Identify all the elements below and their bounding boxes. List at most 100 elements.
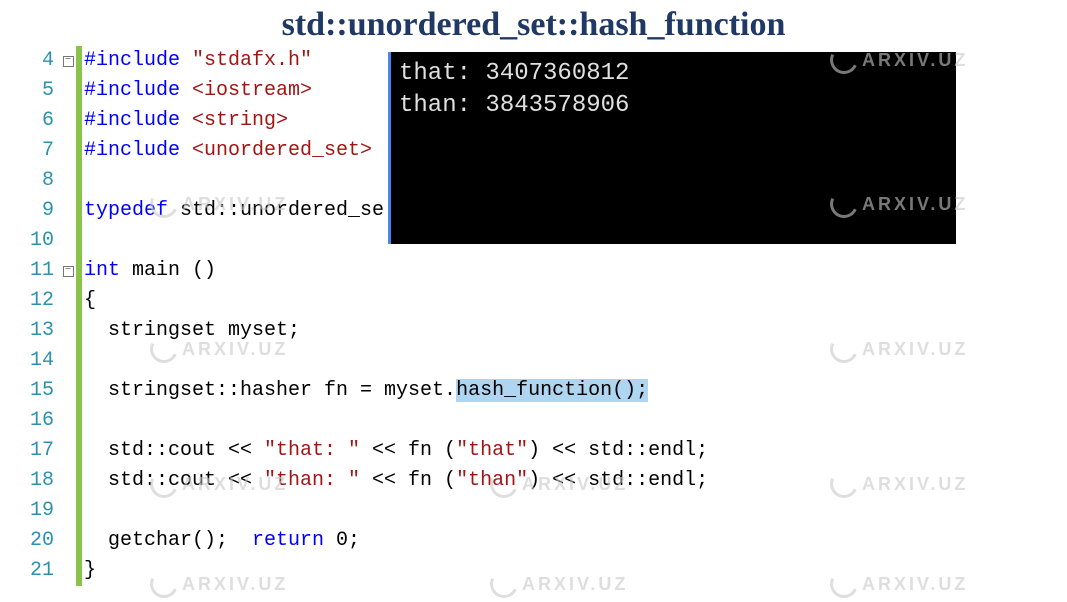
code-line[interactable]: 17 std::cout << "that: " << fn ("that") … (18, 436, 1048, 466)
change-bar (76, 436, 82, 466)
code-text[interactable]: } (84, 556, 96, 586)
code-text[interactable]: stringset myset; (84, 316, 300, 346)
code-token[interactable] (180, 109, 192, 132)
code-token[interactable]: { (84, 289, 96, 312)
line-number: 17 (18, 436, 60, 466)
code-text[interactable]: { (84, 286, 96, 316)
code-line[interactable]: 12 { (18, 286, 1048, 316)
change-bar (76, 346, 82, 376)
code-token[interactable]: return (252, 529, 324, 552)
change-bar (76, 106, 82, 136)
line-number: 5 (18, 76, 60, 106)
line-number: 10 (18, 226, 60, 256)
change-bar (76, 256, 82, 286)
line-number: 20 (18, 526, 60, 556)
change-bar (76, 406, 82, 436)
line-number: 9 (18, 196, 60, 226)
code-text[interactable]: stringset::hasher fn = myset.hash_functi… (84, 376, 648, 406)
page-title: std::unordered_set::hash_function (0, 6, 1067, 44)
fold-gutter[interactable]: − (60, 266, 76, 277)
code-token[interactable]: "stdafx.h" (192, 49, 312, 72)
console-output: that: 3407360812 than: 3843578906 (388, 52, 956, 244)
line-number: 6 (18, 106, 60, 136)
change-bar (76, 76, 82, 106)
line-number: 19 (18, 496, 60, 526)
collapse-icon[interactable]: − (63, 266, 74, 277)
change-bar (76, 196, 82, 226)
code-token[interactable]: <unordered_set> (192, 139, 372, 162)
code-token[interactable]: main () (120, 259, 216, 282)
code-token[interactable]: <iostream> (192, 79, 312, 102)
code-line[interactable]: 11−int main () (18, 256, 1048, 286)
code-token[interactable] (180, 79, 192, 102)
line-number: 11 (18, 256, 60, 286)
code-token[interactable]: <string> (192, 109, 288, 132)
change-bar (76, 136, 82, 166)
code-token[interactable]: typedef (84, 199, 168, 222)
line-number: 15 (18, 376, 60, 406)
code-token[interactable]: #include (84, 139, 180, 162)
line-number: 12 (18, 286, 60, 316)
line-number: 18 (18, 466, 60, 496)
code-token[interactable]: ) << std::endl; (528, 469, 708, 492)
code-token[interactable] (180, 49, 192, 72)
line-number: 16 (18, 406, 60, 436)
change-bar (76, 376, 82, 406)
line-number: 14 (18, 346, 60, 376)
code-token[interactable]: getchar(); (84, 529, 252, 552)
code-token[interactable]: #include (84, 109, 180, 132)
code-text[interactable]: std::cout << "that: " << fn ("that") << … (84, 436, 708, 466)
change-bar (76, 226, 82, 256)
line-number: 8 (18, 166, 60, 196)
code-line[interactable]: 13 stringset myset; (18, 316, 1048, 346)
code-token[interactable]: << fn ( (360, 469, 456, 492)
code-text[interactable]: getchar(); return 0; (84, 526, 360, 556)
code-token[interactable]: ) << std::endl; (528, 439, 708, 462)
change-bar (76, 46, 82, 76)
code-line[interactable]: 21} (18, 556, 1048, 586)
code-text[interactable]: #include <iostream> (84, 76, 312, 106)
code-text[interactable]: int main () (84, 256, 216, 286)
code-token[interactable]: std::cout << (84, 469, 264, 492)
code-token[interactable]: stringset myset; (84, 319, 300, 342)
code-token[interactable]: 0; (324, 529, 360, 552)
code-token[interactable]: std::cout << (84, 439, 264, 462)
code-text[interactable]: #include <string> (84, 106, 288, 136)
code-token[interactable]: "than" (456, 469, 528, 492)
code-line[interactable]: 14 (18, 346, 1048, 376)
code-text[interactable]: #include "stdafx.h" (84, 46, 312, 76)
code-line[interactable]: 18 std::cout << "than: " << fn ("than") … (18, 466, 1048, 496)
code-token[interactable]: int (84, 259, 120, 282)
code-token[interactable]: << fn ( (360, 439, 456, 462)
code-line[interactable]: 15 stringset::hasher fn = myset.hash_fun… (18, 376, 1048, 406)
code-line[interactable]: 19 (18, 496, 1048, 526)
code-token[interactable]: #include (84, 79, 180, 102)
collapse-icon[interactable]: − (63, 56, 74, 67)
code-line[interactable]: 16 (18, 406, 1048, 436)
line-number: 7 (18, 136, 60, 166)
code-token[interactable]: "than: " (264, 469, 360, 492)
code-token[interactable]: "that" (456, 439, 528, 462)
change-bar (76, 466, 82, 496)
change-bar (76, 556, 82, 586)
code-token[interactable]: } (84, 559, 96, 582)
code-token[interactable]: #include (84, 49, 180, 72)
change-bar (76, 316, 82, 346)
code-line[interactable]: 20 getchar(); return 0; (18, 526, 1048, 556)
line-number: 21 (18, 556, 60, 586)
change-bar (76, 286, 82, 316)
code-token[interactable]: stringset::hasher fn = myset. (84, 379, 456, 402)
change-bar (76, 496, 82, 526)
line-number: 4 (18, 46, 60, 76)
code-token[interactable]: std::unordered_se (168, 199, 384, 222)
code-text[interactable]: typedef std::unordered_se (84, 196, 384, 226)
code-text[interactable]: std::cout << "than: " << fn ("than") << … (84, 466, 708, 496)
code-token[interactable]: hash_function(); (456, 379, 648, 402)
change-bar (76, 526, 82, 556)
line-number: 13 (18, 316, 60, 346)
change-bar (76, 166, 82, 196)
fold-gutter[interactable]: − (60, 56, 76, 67)
code-text[interactable]: #include <unordered_set> (84, 136, 372, 166)
code-token[interactable] (180, 139, 192, 162)
code-token[interactable]: "that: " (264, 439, 360, 462)
